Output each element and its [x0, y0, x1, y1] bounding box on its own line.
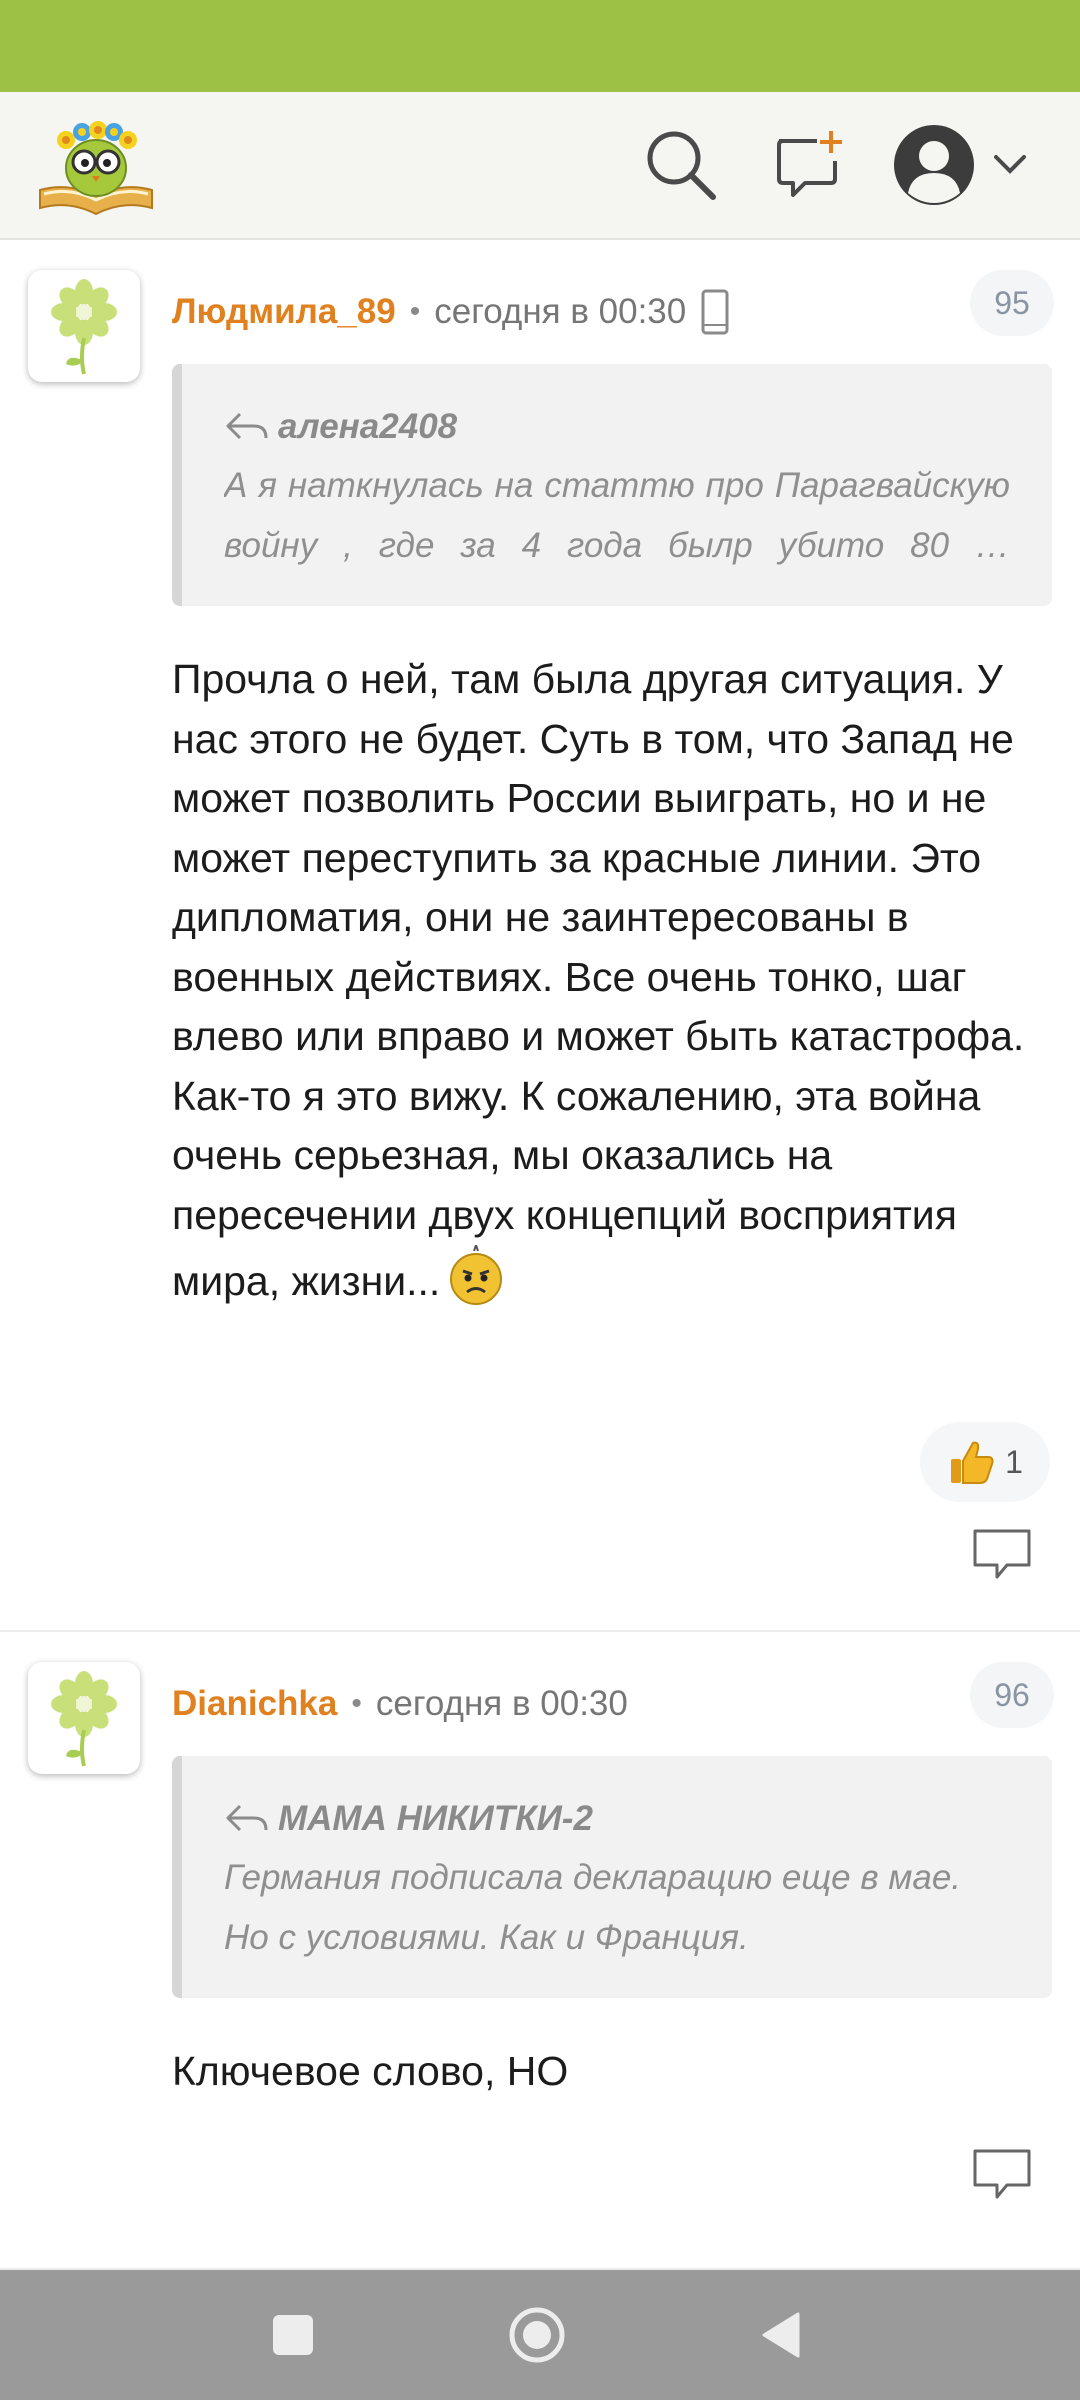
comment-text: Прочла о ней, там была другая ситуация. …: [172, 650, 1052, 1324]
flower-avatar-icon: [51, 279, 117, 375]
like-button[interactable]: 1: [920, 1422, 1050, 1502]
new-post-button[interactable]: [766, 120, 856, 210]
search-icon: [647, 131, 716, 200]
reply-arrow-icon: [226, 1804, 268, 1832]
quote-text-line: Но с условиями. Как и Франция.: [224, 1918, 749, 1957]
owl-book-logo-icon[interactable]: [34, 110, 158, 222]
quote-text-line: войну , где за 4 года былр убито 80 …: [224, 526, 1010, 565]
comment-card: Людмила_89 • сегодня в 00:30 95 алена240…: [0, 242, 1080, 1632]
quote-block[interactable]: алена2408 А я наткнулась на статтю про П…: [172, 364, 1052, 606]
comment-meta: Людмила_89 • сегодня в 00:30: [172, 282, 730, 342]
mobile-phone-icon: [700, 289, 730, 335]
reply-arrow-icon: [226, 412, 268, 440]
reply-bubble-icon: [973, 1529, 1031, 1579]
home-button[interactable]: [502, 2300, 572, 2370]
search-button[interactable]: [636, 120, 726, 210]
new-message-plus-icon: [777, 131, 842, 197]
avatar[interactable]: [28, 1662, 140, 1774]
app-header: [0, 92, 1080, 240]
square-recent-apps-icon: [273, 2315, 313, 2355]
comment-card: Dianichka • сегодня в 00:30 96 МАМА НИКИ…: [0, 1634, 1080, 2270]
status-bar: [0, 0, 1080, 92]
comments-feed[interactable]: Людмила_89 • сегодня в 00:30 95 алена240…: [0, 242, 1080, 2270]
quote-author: алена2408: [224, 402, 1010, 452]
quote-author-name: МАМА НИКИТКИ-2: [278, 1799, 593, 1838]
back-button[interactable]: [746, 2300, 816, 2370]
comment-time: сегодня в 00:30: [375, 1684, 628, 1723]
frowning-smiley-icon: [448, 1241, 504, 1324]
quote-author-name: алена2408: [278, 407, 458, 446]
recent-apps-button[interactable]: [258, 2300, 328, 2370]
quote-text-line: А я наткнулась на статтю про Парагвайску…: [224, 466, 1010, 505]
reply-button[interactable]: [968, 2144, 1036, 2206]
meta-separator: •: [351, 1687, 362, 1720]
comment-text: Ключевое слово, НО: [172, 2048, 569, 2094]
chevron-down-icon: [994, 155, 1026, 174]
comment-number-badge[interactable]: 95: [970, 270, 1054, 336]
comment-number-badge[interactable]: 96: [970, 1662, 1054, 1728]
quote-block[interactable]: МАМА НИКИТКИ-2 Германия подписала деклар…: [172, 1756, 1052, 1998]
quote-author: МАМА НИКИТКИ-2: [224, 1794, 1010, 1844]
author-name[interactable]: Dianichka: [172, 1684, 337, 1724]
flower-avatar-icon: [51, 1671, 117, 1767]
reply-bubble-icon: [973, 2149, 1031, 2199]
author-name[interactable]: Людмила_89: [172, 292, 396, 332]
quote-text-line: Германия подписала декларацию еще в мае.: [224, 1858, 962, 1897]
triangle-back-icon: [762, 2312, 800, 2358]
comment-text-content: Прочла о ней, там была другая ситуация. …: [172, 656, 1025, 1305]
comment-time: сегодня в 00:30: [434, 292, 687, 331]
user-avatar-icon: [894, 125, 974, 205]
system-navigation-bar: [0, 2270, 1080, 2400]
reply-button[interactable]: [968, 1524, 1036, 1586]
like-count: 1: [1005, 1443, 1023, 1480]
profile-menu-button[interactable]: [892, 120, 1042, 210]
circle-home-icon: [509, 2307, 565, 2363]
meta-separator: •: [409, 295, 421, 328]
comment-meta: Dianichka • сегодня в 00:30: [172, 1674, 628, 1734]
avatar[interactable]: [28, 270, 140, 382]
thumbs-up-icon: [951, 1441, 994, 1484]
